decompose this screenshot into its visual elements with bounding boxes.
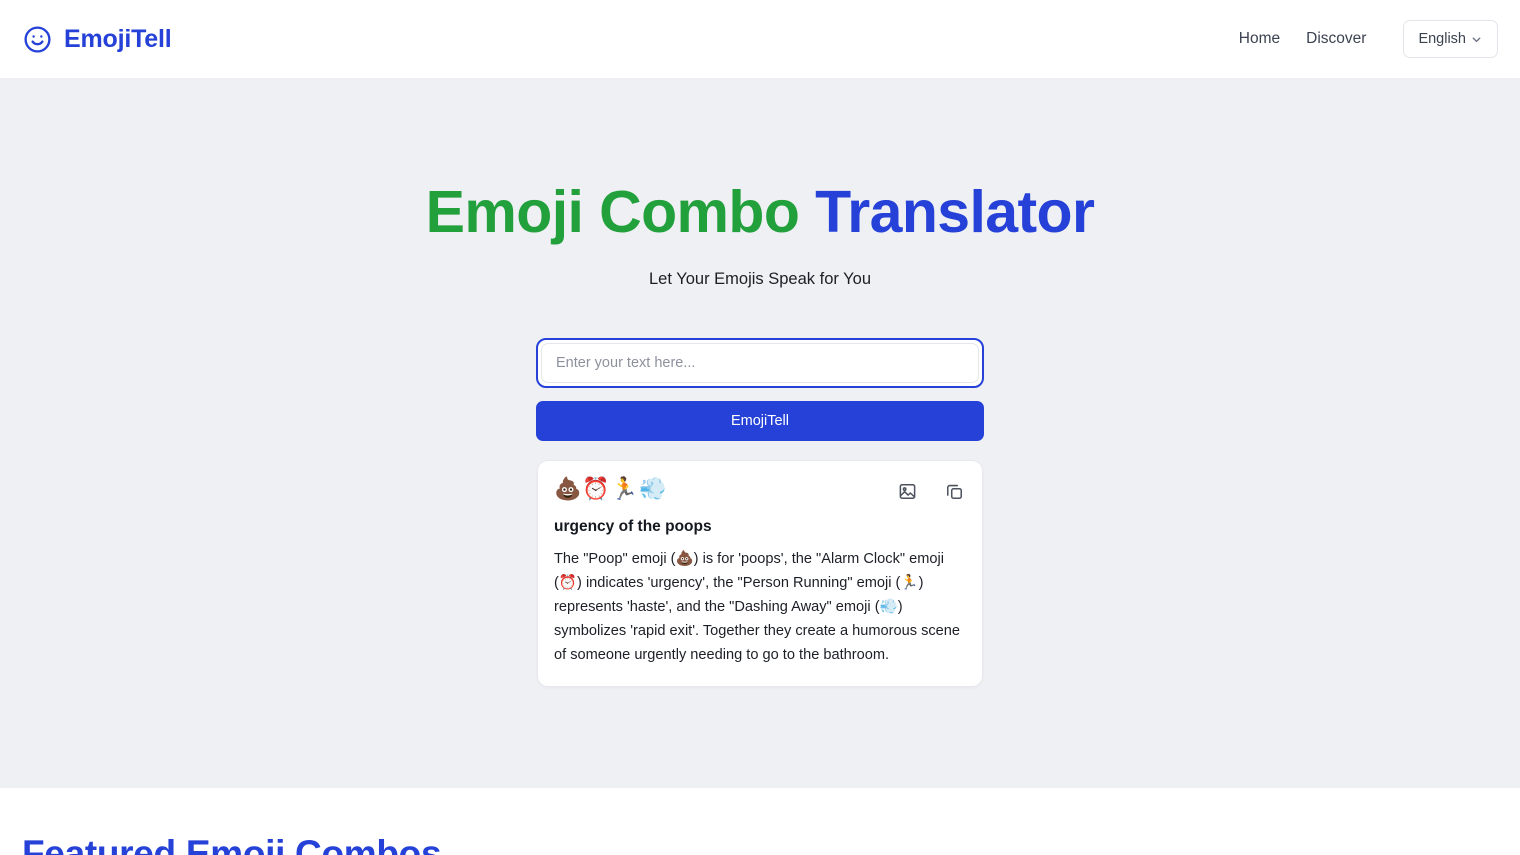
result-title: urgency of the poops — [554, 518, 712, 536]
brand-logo-link[interactable]: EmojiTell — [22, 24, 172, 55]
result-card: 💩⏰🏃💨 urgency of the poops The "Poop" emo… — [537, 459, 983, 687]
nav-item-home[interactable]: Home — [1226, 22, 1293, 56]
hero-section: Emoji Combo Translator Let Your Emojis S… — [0, 78, 1520, 788]
site-header: EmojiTell Home Discover English — [0, 0, 1520, 78]
emojitell-submit-button[interactable]: EmojiTell — [536, 400, 984, 441]
language-selector-label: English — [1418, 31, 1466, 47]
nav-item-discover[interactable]: Discover — [1293, 22, 1379, 56]
download-image-icon[interactable] — [898, 482, 917, 501]
brand-name: EmojiTell — [64, 24, 172, 53]
search-input-wrapper — [536, 337, 984, 388]
featured-heading: Featured Emoji Combos — [22, 833, 442, 855]
page-subtitle: Let Your Emojis Speak for You — [649, 269, 871, 288]
copy-icon[interactable] — [945, 482, 964, 501]
chevron-down-icon — [1470, 33, 1483, 46]
featured-section: Featured Emoji Combos — [0, 833, 1520, 855]
result-card-actions — [898, 477, 966, 501]
result-card-header: 💩⏰🏃💨 — [554, 477, 966, 502]
result-description: The "Poop" emoji (💩) is for 'poops', the… — [554, 551, 961, 663]
main-navigation: Home Discover English — [1226, 20, 1498, 58]
language-selector[interactable]: English — [1403, 20, 1498, 58]
emoji-combo: 💩⏰🏃💨 — [554, 476, 668, 502]
page-title: Emoji Combo Translator — [425, 179, 1095, 245]
page-title-part-2: Translator — [815, 179, 1095, 245]
text-input[interactable] — [541, 342, 979, 383]
translate-form: EmojiTell — [536, 337, 984, 441]
smiley-face-icon — [22, 24, 53, 55]
page-title-part-1: Emoji Combo — [425, 179, 816, 245]
